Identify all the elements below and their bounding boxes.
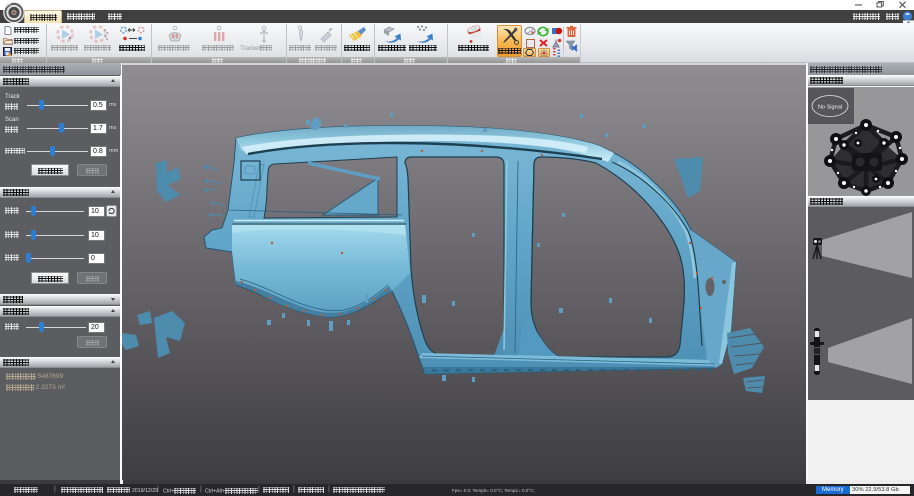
svg-text:No Signal: No Signal: [818, 104, 842, 110]
